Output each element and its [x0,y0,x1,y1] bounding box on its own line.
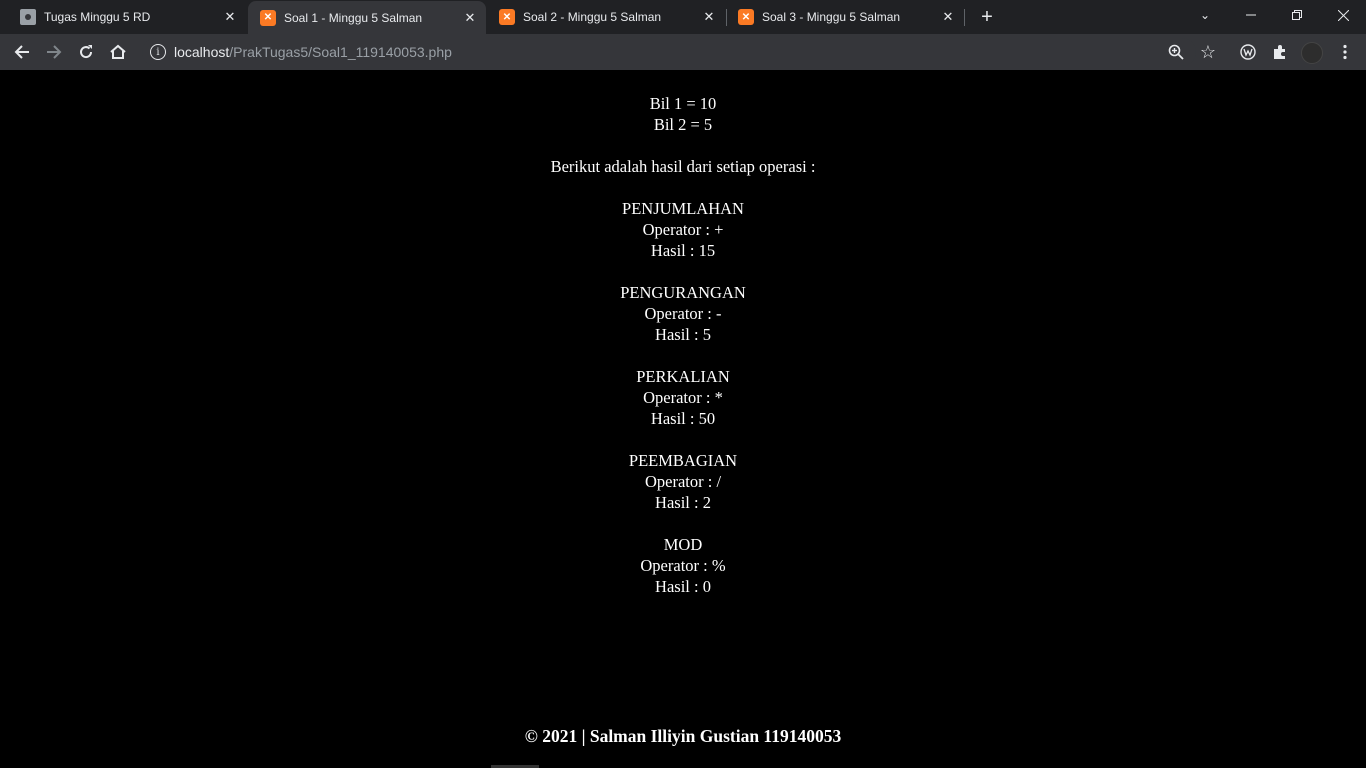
bookmark-star-button[interactable]: ☆ [1194,38,1222,66]
operation-name: PENGURANGAN [620,283,746,302]
zoom-in-icon [1168,44,1184,60]
intro-text: Berikut adalah hasil dari setiap operasi… [550,157,816,176]
restore-button[interactable] [1274,0,1320,30]
operation-operator: Operator : * [643,388,723,407]
operation-result: Hasil : 5 [655,325,711,344]
extension-w-icon [1240,44,1256,60]
close-icon[interactable]: ✕ [699,7,719,27]
forward-button[interactable] [40,38,68,66]
home-icon [110,44,126,59]
tab-strip: Tugas Minggu 5 RD ✕ Soal 1 - Minggu 5 Sa… [0,0,1366,34]
forward-arrow-icon [47,45,62,59]
profile-avatar[interactable] [1301,42,1323,64]
puzzle-icon [1274,45,1285,59]
xampp-icon [499,9,515,25]
back-arrow-icon [14,45,29,59]
operation-name: PENJUMLAHAN [622,199,744,218]
tab-title: Soal 2 - Minggu 5 Salman [523,10,662,24]
back-button[interactable] [8,38,36,66]
operation-block-mod: MOD Operator : % Hasil : 0 [0,534,1366,597]
tab-tugas-minggu-5[interactable]: Tugas Minggu 5 RD ✕ [8,0,246,34]
tab-title: Soal 3 - Minggu 5 Salman [762,10,901,24]
operation-block-penjumlahan: PENJUMLAHAN Operator : + Hasil : 15 [0,198,1366,261]
tab-title: Tugas Minggu 5 RD [44,10,151,24]
home-button[interactable] [104,38,132,66]
xampp-icon [260,9,276,26]
page-icon [20,9,36,25]
operation-result: Hasil : 50 [650,409,716,428]
operation-block-pembagian: PEEMBAGIAN Operator : / Hasil : 2 [0,450,1366,513]
new-tab-button[interactable]: + [976,6,998,28]
close-icon[interactable]: ✕ [938,7,958,27]
address-bar[interactable]: i localhost/PrakTugas5/Soal1_119140053.p… [142,38,1196,66]
url-host: localhost [174,44,230,60]
close-window-icon [1337,9,1349,21]
bil1-text: Bil 1 = 10 [649,94,717,113]
minimize-button[interactable] [1228,0,1274,30]
browser-toolbar: i localhost/PrakTugas5/Soal1_119140053.p… [0,34,1366,71]
operation-operator: Operator : / [644,472,722,491]
operation-operator: Operator : - [644,304,722,323]
operation-name: PEEMBAGIAN [628,451,738,470]
reload-icon [80,45,93,59]
close-icon[interactable]: ✕ [220,7,240,27]
operation-operator: Operator : + [642,220,724,239]
tab-search-icon[interactable]: ⌄ [1182,0,1228,30]
reload-button[interactable] [72,38,100,66]
star-icon: ☆ [1199,41,1217,62]
minimize-icon [1246,14,1256,16]
zoom-button[interactable] [1162,38,1190,66]
operation-block-perkalian: PERKALIAN Operator : * Hasil : 50 [0,366,1366,429]
operation-result: Hasil : 15 [650,241,716,260]
operation-result: Hasil : 2 [655,493,711,512]
xampp-icon [738,9,754,25]
restore-icon [1292,10,1302,20]
site-info-icon[interactable]: i [150,44,166,60]
kebab-menu-icon [1343,44,1347,60]
operation-operator: Operator : % [640,556,726,575]
url-text[interactable]: localhost/PrakTugas5/Soal1_119140053.php [174,44,452,60]
close-window-button[interactable] [1320,0,1366,30]
page-content: Bil 1 = 10 Bil 2 = 5 Berikut adalah hasi… [0,71,1366,768]
operation-name: MOD [663,535,703,554]
operation-name: PERKALIAN [636,367,730,386]
bil2-text: Bil 2 = 5 [653,115,713,134]
browser-menu-button[interactable] [1331,38,1359,66]
extension-w-button[interactable] [1234,38,1262,66]
tab-title: Soal 1 - Minggu 5 Salman [284,10,423,25]
url-path: /PrakTugas5/Soal1_119140053.php [229,44,452,60]
footer-copyright: © 2021 | Salman Illiyin Gustian 11914005… [524,726,842,746]
tab-soal-2[interactable]: Soal 2 - Minggu 5 Salman ✕ [487,0,725,34]
tab-soal-3[interactable]: Soal 3 - Minggu 5 Salman ✕ [726,0,964,34]
operation-result: Hasil : 0 [655,577,711,596]
operation-block-pengurangan: PENGURANGAN Operator : - Hasil : 5 [0,282,1366,345]
extensions-button[interactable] [1266,38,1294,66]
tab-soal-1[interactable]: Soal 1 - Minggu 5 Salman ✕ [248,1,486,34]
tab-separator [964,9,965,26]
close-icon[interactable]: ✕ [460,8,480,28]
